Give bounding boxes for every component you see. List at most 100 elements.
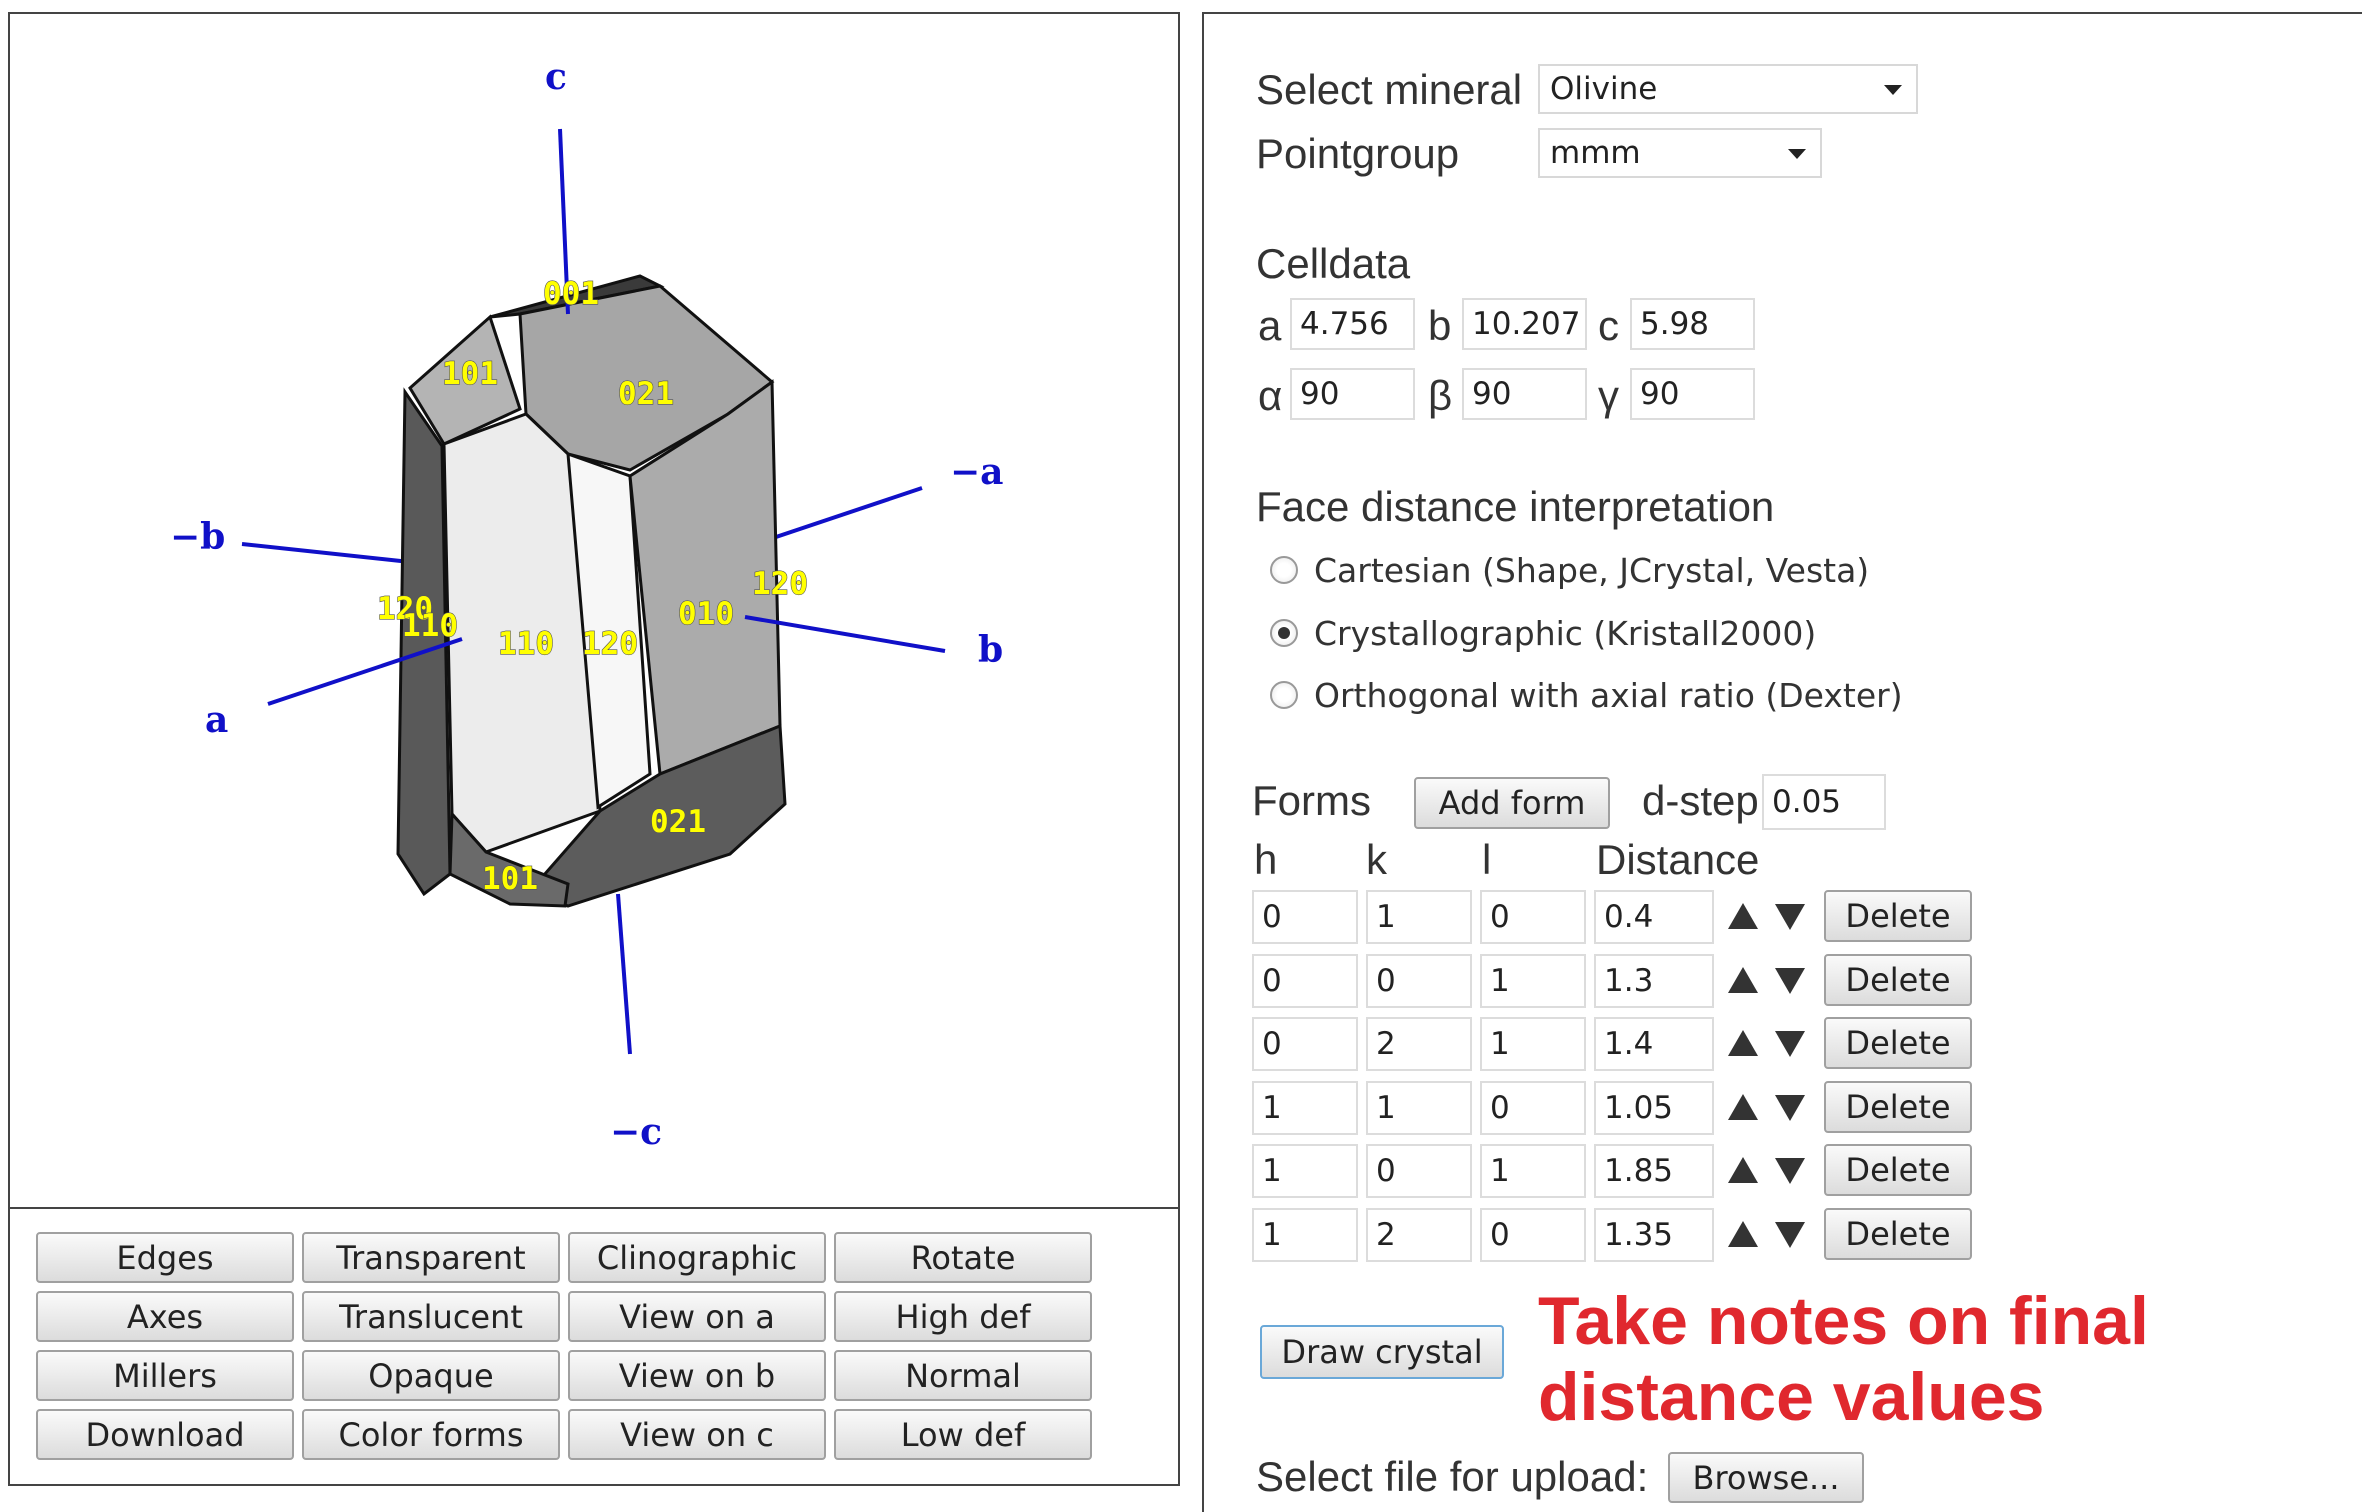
miller-label: 110 [498,626,554,662]
form-distance-input[interactable]: 1.3 [1594,954,1714,1008]
form-l-input[interactable]: 1 [1480,1017,1586,1071]
axis-label-a: a [205,699,228,741]
radio-crystallographic[interactable] [1270,619,1298,647]
delete-form-button[interactable]: Delete [1824,890,1972,942]
radio-orthogonal[interactable] [1270,681,1298,709]
form-h-input[interactable]: 0 [1252,954,1358,1008]
miller-label: 101 [482,861,538,897]
form-l-input[interactable]: 0 [1480,1081,1586,1135]
draw-crystal-button[interactable]: Draw crystal [1260,1325,1504,1379]
cell-b-input[interactable]: 10.207 [1462,298,1587,350]
axis-label-neg-c: −c [610,1111,662,1153]
form-h-input[interactable]: 0 [1252,1017,1358,1071]
increase-distance-icon[interactable] [1728,1221,1758,1247]
add-form-button[interactable]: Add form [1414,777,1610,829]
form-k-input[interactable]: 0 [1366,954,1472,1008]
form-l-input[interactable]: 0 [1480,1208,1586,1262]
form-distance-input[interactable]: 1.05 [1594,1081,1714,1135]
miller-label: 021 [650,804,706,840]
delete-form-button[interactable]: Delete [1824,1144,1972,1196]
form-k-input[interactable]: 1 [1366,1081,1472,1135]
axis-label-c: c [545,56,567,98]
crystal-canvas[interactable]: c −c −a b −b a 001 101 021 120 110 110 1… [10,14,1178,1209]
delete-form-button[interactable]: Delete [1824,1081,1972,1133]
crystal-viewer-panel: c −c −a b −b a 001 101 021 120 110 110 1… [8,12,1180,1486]
delete-form-button[interactable]: Delete [1824,954,1972,1006]
form-h-input[interactable]: 0 [1252,890,1358,944]
cell-beta-input[interactable]: 90 [1462,368,1587,420]
form-distance-input[interactable]: 1.85 [1594,1144,1714,1198]
form-k-input[interactable]: 2 [1366,1017,1472,1071]
view-on-c-button[interactable]: View on c [568,1409,826,1460]
axis-label-neg-b: −b [170,516,225,558]
cell-c-input[interactable]: 5.98 [1630,298,1755,350]
form-l-input[interactable]: 0 [1480,890,1586,944]
cell-b-label: b [1428,302,1452,349]
form-k-input[interactable]: 0 [1366,1144,1472,1198]
chevron-down-icon [1788,149,1806,159]
header-distance: Distance [1596,836,1760,883]
view-button-grid: Edges Transparent Clinographic Rotate Ax… [36,1232,1092,1460]
face-distance-title: Face distance interpretation [1256,483,1775,530]
decrease-distance-icon[interactable] [1775,1031,1805,1057]
delete-form-button[interactable]: Delete [1824,1208,1972,1260]
mineral-select-value: Olivine [1550,71,1658,107]
high-def-button[interactable]: High def [834,1291,1092,1342]
instruction-note: Take notes on final distance values [1538,1283,2149,1435]
cell-gamma-input[interactable]: 90 [1630,368,1755,420]
form-distance-input[interactable]: 1.4 [1594,1017,1714,1071]
form-k-input[interactable]: 1 [1366,890,1472,944]
decrease-distance-icon[interactable] [1775,1095,1805,1121]
forms-title: Forms [1252,777,1371,824]
form-h-input[interactable]: 1 [1252,1144,1358,1198]
dstep-input[interactable]: 0.05 [1762,774,1886,830]
view-on-b-button[interactable]: View on b [568,1350,826,1401]
decrease-distance-icon[interactable] [1775,1158,1805,1184]
pointgroup-select-value: mmm [1550,135,1641,171]
cell-alpha-input[interactable]: 90 [1290,368,1415,420]
view-on-a-button[interactable]: View on a [568,1291,826,1342]
delete-form-button[interactable]: Delete [1824,1017,1972,1069]
miller-label: 010 [678,596,734,632]
transparent-button[interactable]: Transparent [302,1232,560,1283]
decrease-distance-icon[interactable] [1775,968,1805,994]
normal-button[interactable]: Normal [834,1350,1092,1401]
increase-distance-icon[interactable] [1728,1157,1758,1183]
rotate-button[interactable]: Rotate [834,1232,1092,1283]
crystal-drawing[interactable]: c −c −a b −b a 001 101 021 120 110 110 1… [10,14,1178,1207]
download-button[interactable]: Download [36,1409,294,1460]
celldata-title: Celldata [1256,240,1411,287]
form-h-input[interactable]: 1 [1252,1081,1358,1135]
form-l-input[interactable]: 1 [1480,954,1586,1008]
form-h-input[interactable]: 1 [1252,1208,1358,1262]
clinographic-button[interactable]: Clinographic [568,1232,826,1283]
opaque-button[interactable]: Opaque [302,1350,560,1401]
mineral-select[interactable]: Olivine [1538,64,1918,114]
form-distance-input[interactable]: 0.4 [1594,890,1714,944]
miller-label: 021 [618,376,674,412]
increase-distance-icon[interactable] [1728,1094,1758,1120]
translucent-button[interactable]: Translucent [302,1291,560,1342]
low-def-button[interactable]: Low def [834,1409,1092,1460]
radio-cartesian[interactable] [1270,556,1298,584]
pointgroup-select[interactable]: mmm [1538,128,1822,178]
form-l-input[interactable]: 1 [1480,1144,1586,1198]
increase-distance-icon[interactable] [1728,1030,1758,1056]
color-forms-button[interactable]: Color forms [302,1409,560,1460]
cell-a-input[interactable]: 4.756 [1290,298,1415,350]
browse-button[interactable]: Browse... [1668,1452,1864,1503]
form-distance-input[interactable]: 1.35 [1594,1208,1714,1262]
increase-distance-icon[interactable] [1728,967,1758,993]
form-k-input[interactable]: 2 [1366,1208,1472,1262]
decrease-distance-icon[interactable] [1775,1222,1805,1248]
millers-button[interactable]: Millers [36,1350,294,1401]
radio-cartesian-label: Cartesian (Shape, JCrystal, Vesta) [1314,551,1870,590]
increase-distance-icon[interactable] [1728,903,1758,929]
edges-button[interactable]: Edges [36,1232,294,1283]
axis-line-neg-c [616,893,632,1055]
axes-button[interactable]: Axes [36,1291,294,1342]
mineral-label: Select mineral [1256,66,1523,113]
chevron-down-icon [1884,85,1902,95]
header-k: k [1366,836,1387,883]
decrease-distance-icon[interactable] [1775,904,1805,930]
